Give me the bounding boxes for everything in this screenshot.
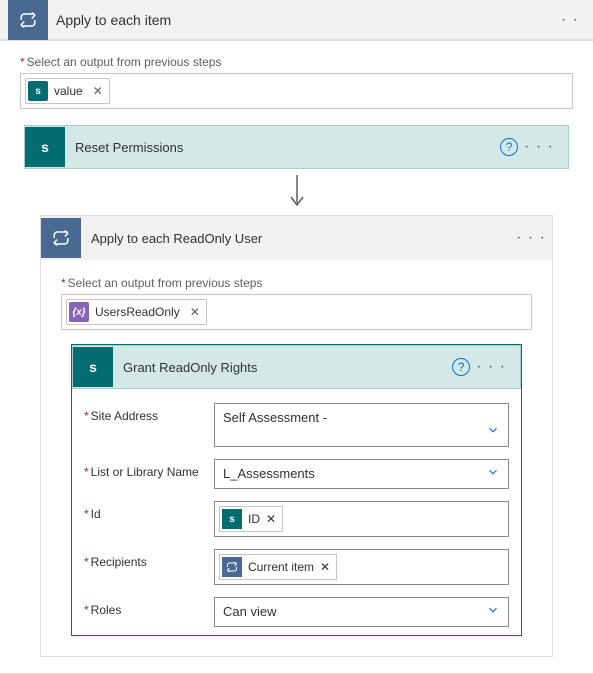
list-name-label: *List or Library Name — [84, 459, 214, 479]
help-icon[interactable]: ? — [500, 138, 518, 156]
token-usersreadonly[interactable]: {x} UsersReadOnly ✕ — [66, 299, 207, 325]
chevron-down-icon[interactable] — [486, 603, 500, 620]
token-current-item[interactable]: Current item ✕ — [219, 554, 337, 580]
grant-readonly-header[interactable]: s Grant ReadOnly Rights ? · · · — [72, 345, 521, 389]
remove-token-icon[interactable]: ✕ — [89, 84, 103, 98]
roles-input[interactable]: Can view — [214, 597, 509, 627]
reset-permissions-action: s Reset Permissions ? · · · — [24, 125, 569, 169]
help-icon[interactable]: ? — [452, 358, 470, 376]
token-label: UsersReadOnly — [95, 305, 180, 319]
chevron-down-icon[interactable] — [486, 423, 500, 440]
list-name-input[interactable]: L_Assessments — [214, 459, 509, 489]
reset-permissions-header[interactable]: s Reset Permissions ? · · · — [24, 125, 569, 169]
grant-readonly-rights-action: s Grant ReadOnly Rights ? · · · *Site Ad… — [71, 344, 522, 636]
grant-readonly-title: Grant ReadOnly Rights — [123, 360, 452, 375]
more-menu[interactable]: · · · — [510, 229, 552, 247]
loop-icon — [8, 0, 48, 40]
apply-to-each-readonly-body: *Select an output from previous steps {x… — [41, 260, 552, 656]
remove-token-icon[interactable]: ✕ — [186, 305, 200, 319]
apply-to-each-readonly-title: Apply to each ReadOnly User — [81, 231, 510, 246]
apply-to-each-item-body: *Select an output from previous steps s … — [0, 41, 593, 674]
id-input[interactable]: s ID ✕ — [214, 501, 509, 537]
token-id[interactable]: s ID ✕ — [219, 506, 283, 532]
sharepoint-chip-icon: s — [28, 81, 48, 101]
flow-arrow-icon — [20, 175, 573, 209]
remove-token-icon[interactable]: ✕ — [266, 512, 276, 526]
apply-to-each-item-header[interactable]: Apply to each item · · — [0, 0, 593, 40]
field-id: *Id s ID ✕ — [84, 501, 509, 537]
site-address-label: *Site Address — [84, 403, 214, 423]
token-label: value — [54, 84, 83, 98]
field-roles: *Roles Can view — [84, 597, 509, 627]
sharepoint-icon: s — [73, 347, 113, 387]
sharepoint-icon: s — [25, 127, 65, 167]
site-address-value: Self Assessment - — [223, 410, 327, 425]
more-menu[interactable]: · · — [555, 11, 585, 29]
apply-to-each-item: Apply to each item · · — [0, 0, 593, 41]
roles-label: *Roles — [84, 597, 214, 617]
remove-token-icon[interactable]: ✕ — [320, 560, 330, 574]
id-label: *Id — [84, 501, 214, 521]
list-name-value: L_Assessments — [223, 466, 315, 481]
select-output-input[interactable]: {x} UsersReadOnly ✕ — [61, 294, 532, 330]
field-site-address: *Site Address Self Assessment - — [84, 403, 509, 447]
select-output-input[interactable]: s value ✕ — [20, 73, 573, 109]
token-label: Current item — [248, 560, 314, 574]
apply-to-each-readonly-user: Apply to each ReadOnly User · · · *Selec… — [40, 215, 553, 657]
apply-to-each-item-title: Apply to each item — [48, 12, 555, 28]
more-menu[interactable]: · · · — [518, 138, 560, 156]
more-menu[interactable]: · · · — [470, 358, 512, 376]
loop-chip-icon — [222, 557, 242, 577]
chevron-down-icon[interactable] — [486, 465, 500, 482]
apply-to-each-readonly-header[interactable]: Apply to each ReadOnly User · · · — [41, 216, 552, 260]
field-recipients: *Recipients Current item ✕ — [84, 549, 509, 585]
recipients-input[interactable]: Current item ✕ — [214, 549, 509, 585]
site-address-input[interactable]: Self Assessment - — [214, 403, 509, 447]
token-value[interactable]: s value ✕ — [25, 78, 110, 104]
select-output-label: *Select an output from previous steps — [20, 55, 573, 69]
expression-chip-icon: {x} — [69, 302, 89, 322]
sharepoint-chip-icon: s — [222, 509, 242, 529]
token-label: ID — [248, 512, 260, 526]
loop-icon — [41, 218, 81, 258]
recipients-label: *Recipients — [84, 549, 214, 569]
roles-value: Can view — [223, 604, 276, 619]
select-output-label: *Select an output from previous steps — [61, 276, 532, 290]
reset-permissions-title: Reset Permissions — [75, 140, 500, 155]
field-list-name: *List or Library Name L_Assessments — [84, 459, 509, 489]
